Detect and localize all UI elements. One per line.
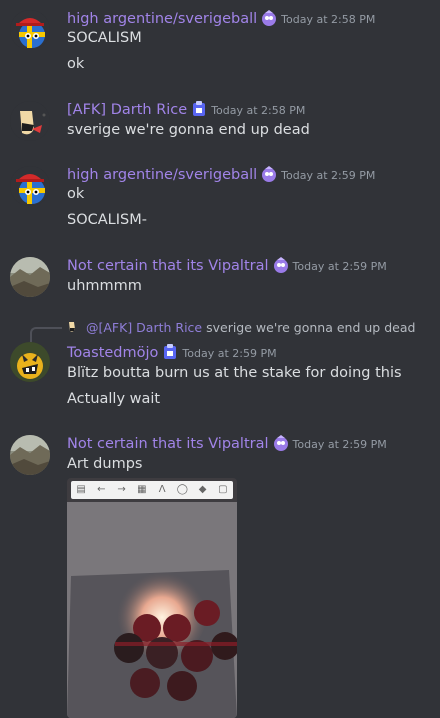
message-text: Blïtz boutta burn us at the stake for do…	[67, 365, 402, 381]
message-text: Actually wait	[67, 391, 161, 407]
avatar[interactable]	[10, 435, 50, 475]
sweden-ball-icon	[10, 10, 50, 50]
message-header: high argentine/sverigeball Today at 2:59 …	[67, 164, 375, 184]
message-header: Toastedmöjo Today at 2:59 PM	[67, 342, 277, 362]
reply-avatar	[66, 320, 80, 334]
reply-author[interactable]: @[AFK] Darth Rice	[86, 320, 202, 335]
boost-badge-icon[interactable]	[190, 100, 208, 118]
message-text: ok	[67, 186, 85, 202]
message: [AFK] Darth Rice Today at 2:58 PM sverige…	[0, 99, 440, 149]
message-text: sverige we're gonna end up dead	[67, 122, 310, 138]
message-header: Not certain that its Vipaltral Today at 2…	[67, 255, 387, 275]
username[interactable]: Not certain that its Vipaltral	[67, 258, 269, 274]
landscape-photo-icon	[10, 435, 50, 475]
username[interactable]: high argentine/sverigeball	[67, 11, 257, 27]
rice-character-icon	[10, 101, 50, 141]
nitro-badge-icon[interactable]	[272, 256, 290, 274]
avatar[interactable]	[10, 10, 50, 50]
timestamp[interactable]: Today at 2:59 PM	[293, 438, 387, 451]
avatar[interactable]	[10, 342, 50, 382]
nitro-badge-icon[interactable]	[260, 165, 278, 183]
reply-spine	[30, 327, 62, 343]
timestamp[interactable]: Today at 2:59 PM	[293, 260, 387, 273]
landscape-photo-icon	[10, 257, 50, 297]
art-dump-image	[67, 502, 237, 718]
avatar[interactable]	[10, 257, 50, 297]
message-header: high argentine/sverigeball Today at 2:58 …	[67, 8, 375, 28]
reply-text: @[AFK] Darth Rice sverige we're gonna en…	[86, 320, 415, 335]
timestamp[interactable]: Today at 2:59 PM	[281, 169, 375, 182]
reply-preview[interactable]: @[AFK] Darth Rice sverige we're gonna en…	[30, 320, 440, 343]
message: @[AFK] Darth Rice sverige we're gonna en…	[0, 320, 440, 415]
message: high argentine/sverigeball Today at 2:58 …	[0, 8, 440, 78]
avatar[interactable]	[10, 101, 50, 141]
username[interactable]: Not certain that its Vipaltral	[67, 436, 269, 452]
timestamp[interactable]: Today at 2:58 PM	[211, 104, 305, 117]
boost-badge-icon[interactable]	[161, 343, 179, 361]
message-text: SOCALISM-	[67, 212, 147, 228]
avatar[interactable]	[10, 166, 50, 206]
username[interactable]: Toastedmöjo	[67, 345, 158, 361]
nitro-badge-icon[interactable]	[260, 9, 278, 27]
sweden-ball-icon	[10, 166, 50, 206]
username[interactable]: [AFK] Darth Rice	[67, 102, 187, 118]
message-text: uhmmmm	[67, 278, 142, 294]
timestamp[interactable]: Today at 2:59 PM	[182, 347, 276, 360]
username[interactable]: high argentine/sverigeball	[67, 167, 257, 183]
message-header: Not certain that its Vipaltral Today at 2…	[67, 433, 387, 453]
message: Not certain that its Vipaltral Today at 2…	[0, 255, 440, 305]
yellow-creature-icon	[10, 342, 50, 382]
image-attachment[interactable]: ▤ ← → ▦ Λ ◯ ◆ ▢	[67, 478, 237, 718]
message-text: Art dumps	[67, 456, 143, 472]
rice-character-icon	[69, 322, 75, 332]
message-header: [AFK] Darth Rice Today at 2:58 PM	[67, 99, 305, 119]
message: high argentine/sverigeball Today at 2:59 …	[0, 164, 440, 234]
reply-snippet: sverige we're gonna end up dead	[206, 320, 416, 335]
timestamp[interactable]: Today at 2:58 PM	[281, 13, 375, 26]
message-text: ok	[67, 56, 85, 72]
message-text: SOCALISM	[67, 30, 142, 46]
nitro-badge-icon[interactable]	[272, 434, 290, 452]
